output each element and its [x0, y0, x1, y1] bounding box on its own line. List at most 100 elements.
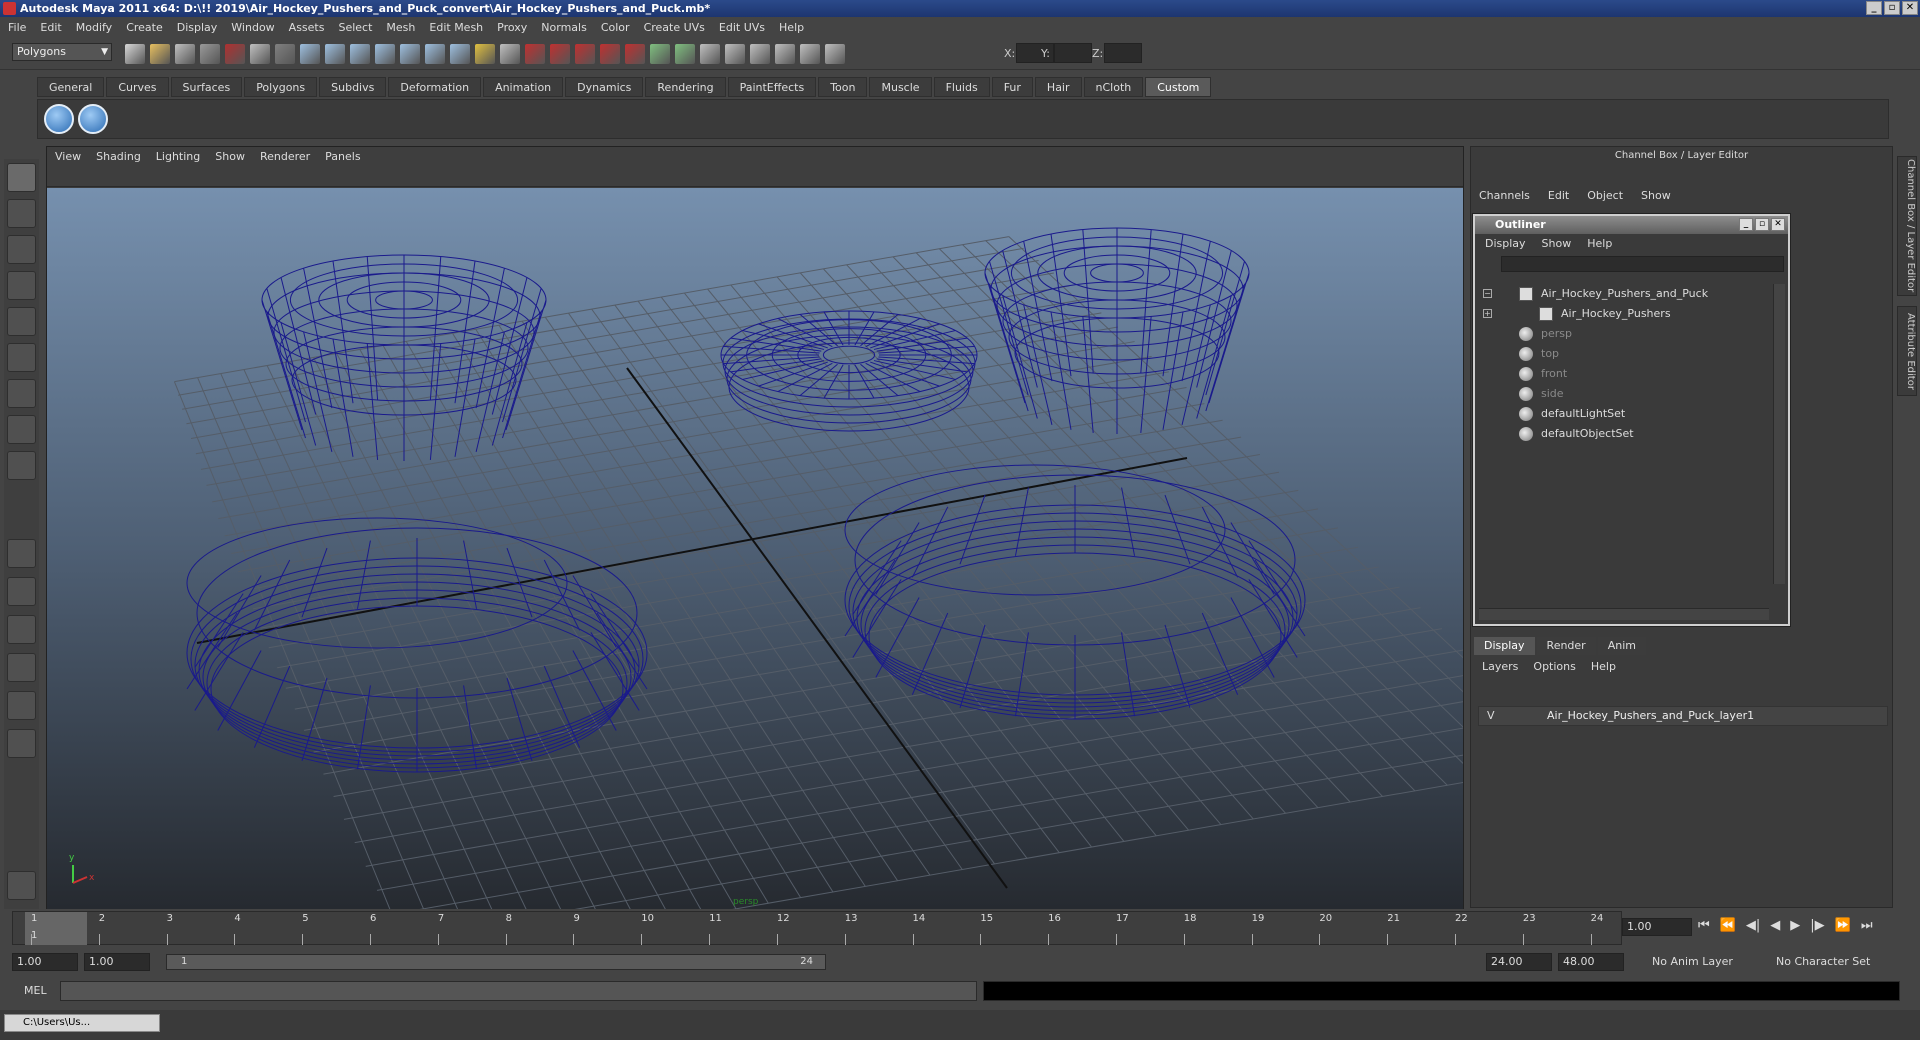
outliner-item[interactable]: defaultObjectSet	[1479, 424, 1769, 444]
layer-visibility-toggle[interactable]: V	[1487, 707, 1495, 725]
current-frame-field[interactable]: 1.00	[1622, 918, 1692, 936]
outliner-minimize-button[interactable]: _	[1739, 218, 1753, 231]
layer-tab-display[interactable]: Display	[1474, 637, 1535, 655]
status-tool-icon[interactable]	[550, 44, 570, 64]
side-tab-channel-box[interactable]: Channel Box / Layer Editor	[1897, 156, 1917, 296]
menu-assets[interactable]: Assets	[289, 21, 325, 34]
channel-menu-edit[interactable]: Edit	[1548, 189, 1569, 202]
hotbox-icon[interactable]	[7, 871, 36, 900]
play-forward-icon[interactable]: ▶	[1790, 918, 1800, 933]
status-tool-icon[interactable]	[675, 44, 695, 64]
status-tool-icon[interactable]	[450, 44, 470, 64]
shelf-tab-fluids[interactable]: Fluids	[933, 77, 990, 97]
shelf-tab-dynamics[interactable]: Dynamics	[565, 77, 644, 97]
close-button[interactable]: ✕	[1902, 1, 1918, 15]
status-tool-icon[interactable]	[725, 44, 745, 64]
soft-mod-icon[interactable]	[7, 415, 36, 444]
character-set-dropdown[interactable]: No Character Set	[1772, 953, 1882, 971]
playback-start-field[interactable]: 1.00	[84, 953, 150, 971]
viewport-menu-renderer[interactable]: Renderer	[260, 147, 310, 167]
menu-file[interactable]: File	[8, 21, 26, 34]
status-tool-icon[interactable]	[300, 44, 320, 64]
menu-modify[interactable]: Modify	[76, 21, 112, 34]
outliner-vertical-scrollbar[interactable]	[1773, 284, 1785, 584]
step-forward-key-icon[interactable]: ⏩	[1835, 918, 1851, 933]
shelf-tab-subdivs[interactable]: Subdivs	[319, 77, 387, 97]
status-tool-icon[interactable]	[475, 44, 495, 64]
shelf-tab-fur[interactable]: Fur	[991, 77, 1033, 97]
status-tool-icon[interactable]	[825, 44, 845, 64]
menu-proxy[interactable]: Proxy	[497, 21, 527, 34]
status-tool-icon[interactable]	[525, 44, 545, 64]
status-tool-icon[interactable]	[225, 44, 245, 64]
outliner-item[interactable]: persp	[1479, 324, 1769, 344]
outliner-filter-field[interactable]	[1501, 256, 1784, 272]
status-tool-icon[interactable]	[350, 44, 370, 64]
step-back-key-icon[interactable]: ⏪	[1720, 918, 1736, 933]
status-tool-icon[interactable]	[575, 44, 595, 64]
outliner-menu-help[interactable]: Help	[1587, 234, 1612, 254]
status-tool-icon[interactable]	[200, 44, 220, 64]
scene-view[interactable]: y x persp	[47, 188, 1463, 909]
status-tool-icon[interactable]	[750, 44, 770, 64]
paint-select-icon[interactable]	[7, 235, 36, 264]
status-tool-icon[interactable]	[650, 44, 670, 64]
perspective-viewport[interactable]: View Shading Lighting Show Renderer Panels y …	[46, 146, 1464, 909]
menu-window[interactable]: Window	[231, 21, 274, 34]
playback-end-field[interactable]: 24.00	[1486, 953, 1552, 971]
scale-tool-icon[interactable]	[7, 343, 36, 372]
outliner-item[interactable]: − Air_Hockey_Pushers_and_Puck	[1479, 284, 1769, 304]
shelf-tab-muscle[interactable]: Muscle	[869, 77, 932, 97]
menu-normals[interactable]: Normals	[541, 21, 587, 34]
graph-layout-icon[interactable]	[7, 653, 36, 682]
menu-edit-mesh[interactable]: Edit Mesh	[429, 21, 483, 34]
status-tool-icon[interactable]	[425, 44, 445, 64]
anim-layer-dropdown[interactable]: No Anim Layer	[1648, 953, 1748, 971]
step-forward-frame-icon[interactable]: |▶	[1810, 918, 1824, 933]
hypershade-layout-icon[interactable]	[7, 691, 36, 720]
y-coord-field[interactable]	[1054, 43, 1092, 63]
display-layer-row[interactable]: V Air_Hockey_Pushers_and_Puck_layer1	[1478, 706, 1888, 726]
status-tool-icon[interactable]	[775, 44, 795, 64]
outliner-maximize-button[interactable]: ▫	[1755, 218, 1769, 231]
status-tool-icon[interactable]	[625, 44, 645, 64]
play-backward-icon[interactable]: ◀	[1770, 918, 1780, 933]
collapse-icon[interactable]: −	[1483, 289, 1492, 298]
outliner-menu-display[interactable]: Display	[1485, 234, 1526, 254]
viewport-menu-shading[interactable]: Shading	[96, 147, 141, 167]
time-slider[interactable]: 1 2 3 4 5 6 7 8 9 10 11 12 13 14 15 16 17 18 19 20 21 22 23 24 1	[12, 911, 1622, 945]
outliner-item[interactable]: front	[1479, 364, 1769, 384]
menu-create-uvs[interactable]: Create UVs	[644, 21, 705, 34]
menu-display[interactable]: Display	[177, 21, 218, 34]
status-tool-icon[interactable]	[700, 44, 720, 64]
select-tool-icon[interactable]	[7, 163, 36, 192]
shelf-tab-toon[interactable]: Toon	[818, 77, 868, 97]
shelf-tab-rendering[interactable]: Rendering	[645, 77, 726, 97]
shelf-tab-polygons[interactable]: Polygons	[244, 77, 318, 97]
move-tool-icon[interactable]	[7, 271, 36, 300]
side-tab-attribute-editor[interactable]: Attribute Editor	[1897, 306, 1917, 396]
viewport-menu-panels[interactable]: Panels	[325, 147, 360, 167]
layer-menu-layers[interactable]: Layers	[1482, 660, 1518, 673]
expand-icon[interactable]: +	[1483, 309, 1492, 318]
minimized-window-item[interactable]: C:\Users\Us...	[4, 1014, 160, 1032]
single-view-layout-icon[interactable]	[7, 539, 36, 568]
step-back-frame-icon[interactable]: ◀|	[1746, 918, 1760, 933]
minimize-button[interactable]: _	[1866, 1, 1882, 15]
menu-create[interactable]: Create	[126, 21, 163, 34]
layer-menu-help[interactable]: Help	[1591, 660, 1616, 673]
status-tool-icon[interactable]	[275, 44, 295, 64]
start-time-field[interactable]: 1.00	[12, 953, 78, 971]
end-time-field[interactable]: 48.00	[1558, 953, 1624, 971]
layout-split-icon[interactable]	[7, 729, 36, 758]
shelf-check-icon[interactable]	[78, 104, 108, 134]
status-tool-icon[interactable]	[500, 44, 520, 64]
wireframe-models[interactable]	[186, 227, 1306, 773]
rotate-tool-icon[interactable]	[7, 307, 36, 336]
viewport-menu-show[interactable]: Show	[215, 147, 245, 167]
status-tool-icon[interactable]	[175, 44, 195, 64]
status-tool-icon[interactable]	[125, 44, 145, 64]
menu-help[interactable]: Help	[779, 21, 804, 34]
shelf-tab-surfaces[interactable]: Surfaces	[170, 77, 243, 97]
z-coord-field[interactable]	[1104, 43, 1142, 63]
